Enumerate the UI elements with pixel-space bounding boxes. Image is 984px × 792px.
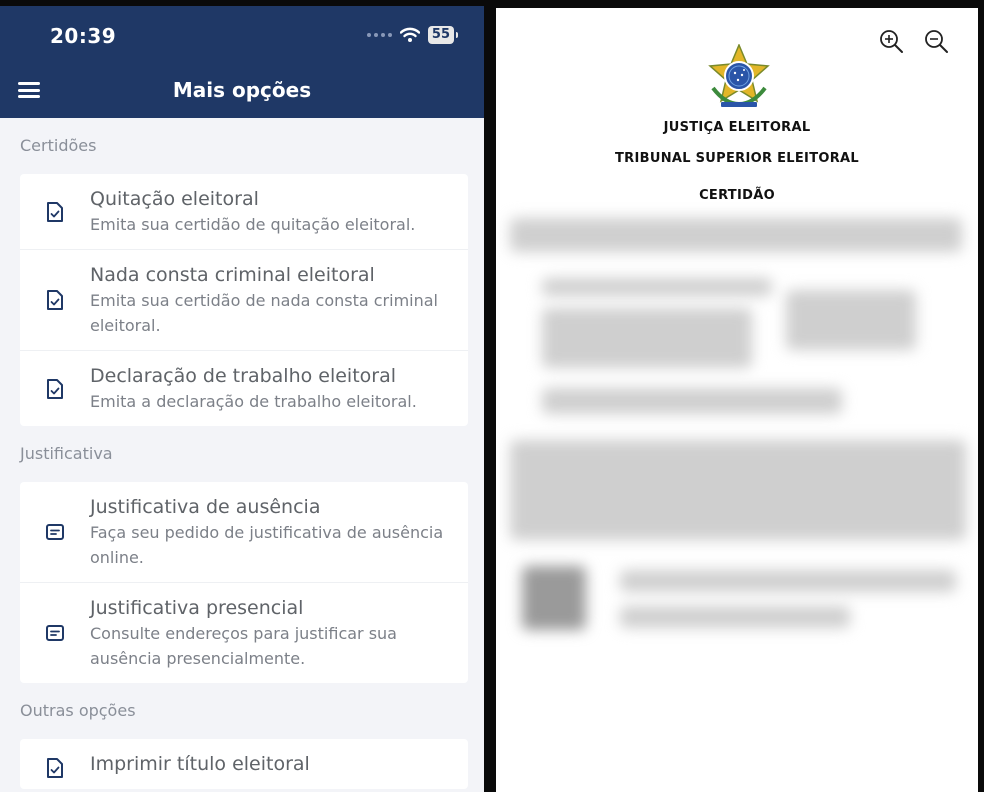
status-icons: 55: [366, 26, 459, 44]
menu-item-imprimir-titulo[interactable]: Imprimir título eleitoral: [20, 739, 468, 789]
item-description: Consulte endereços para justificar sua a…: [90, 624, 397, 668]
blurred-text-block: [620, 570, 956, 592]
document-check-icon: [47, 378, 63, 399]
zoom-in-icon[interactable]: [878, 28, 904, 54]
item-description: Faça seu pedido de justificativa de ausê…: [90, 523, 444, 567]
item-description: Emita sua certidão de quitação eleitoral…: [90, 215, 416, 234]
item-title: Quitação eleitoral: [90, 188, 259, 210]
menu-item-declaracao-trabalho[interactable]: Declaração de trabalho eleitoral Emita a…: [20, 351, 468, 426]
wifi-icon: [399, 27, 420, 42]
message-icon: [46, 524, 64, 540]
zoom-out-icon[interactable]: [923, 28, 949, 54]
qr-code-blurred: [522, 566, 586, 630]
coat-of-arms-icon: [708, 44, 770, 107]
document-heading-justica-eleitoral: JUSTIÇA ELEITORAL: [663, 120, 811, 135]
menu-item-justificativa-ausencia[interactable]: Justificativa de ausência Faça seu pedid…: [20, 482, 468, 583]
blurred-text-block: [786, 290, 916, 350]
blurred-text-block: [542, 278, 772, 296]
signal-icon: [366, 33, 392, 37]
message-icon: [46, 625, 64, 641]
status-time: 20:39: [50, 24, 117, 48]
card-outras-opcoes: Imprimir título eleitoral: [20, 739, 468, 789]
item-title: Imprimir título eleitoral: [90, 753, 310, 775]
blurred-text-block: [542, 388, 842, 414]
item-title: Declaração de trabalho eleitoral: [90, 365, 397, 387]
card-certidoes: Quitação eleitoral Emita sua certidão de…: [20, 174, 468, 426]
document-check-icon: [47, 201, 63, 222]
item-title: Justificativa de ausência: [90, 496, 321, 518]
menu-item-nada-consta-criminal[interactable]: Nada consta criminal eleitoral Emita sua…: [20, 250, 468, 351]
item-description: Emita a declaração de trabalho eleitoral…: [90, 392, 417, 411]
certificate-viewer: JUSTIÇA ELEITORAL TRIBUNAL SUPERIOR ELEI…: [496, 8, 978, 792]
item-title: Justificativa presencial: [90, 597, 304, 619]
blurred-text-block: [542, 308, 752, 368]
blurred-text-block: [620, 606, 850, 628]
section-title-outras-opcoes: Outras opções: [20, 701, 136, 720]
menu-item-justificativa-presencial[interactable]: Justificativa presencial Consulte endere…: [20, 583, 468, 683]
section-title-certidoes: Certidões: [20, 136, 97, 155]
document-check-icon: [47, 758, 63, 778]
app-screen: 20:39 55 Mais opções Certidões Quitação …: [0, 6, 484, 792]
card-justificativa: Justificativa de ausência Faça seu pedid…: [20, 482, 468, 683]
blurred-text-block: [510, 440, 966, 540]
app-header: 20:39 55 Mais opções: [0, 6, 484, 118]
page-title: Mais opções: [172, 78, 312, 102]
battery-indicator: 55: [427, 26, 459, 44]
blurred-text-block: [510, 218, 962, 252]
item-description: Emita sua certidão de nada consta crimin…: [90, 291, 438, 335]
section-title-justificativa: Justificativa: [20, 444, 113, 463]
document-heading-certidao: CERTIDÃO: [699, 188, 775, 203]
document-check-icon: [47, 290, 63, 310]
item-title: Nada consta criminal eleitoral: [90, 264, 375, 286]
menu-item-quitacao-eleitoral[interactable]: Quitação eleitoral Emita sua certidão de…: [20, 174, 468, 250]
document-heading-tse: TRIBUNAL SUPERIOR ELEITORAL: [615, 151, 859, 166]
